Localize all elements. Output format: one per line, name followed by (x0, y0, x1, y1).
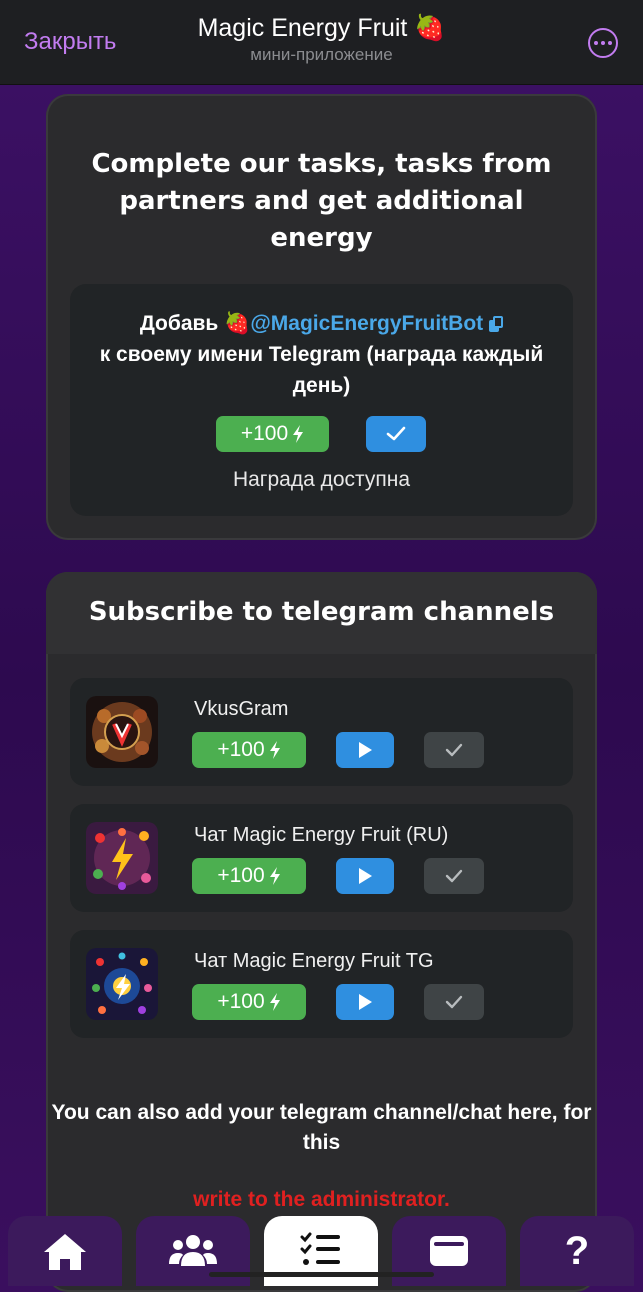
nav-home[interactable] (8, 1216, 122, 1286)
checkmark-icon (386, 426, 406, 441)
play-icon (359, 994, 372, 1010)
channel-row: VkusGram +100 (70, 678, 573, 786)
header-title-group: Magic Energy Fruit 🍓 мини-приложение (0, 14, 643, 65)
name-task-prefix: Добавь 🍓 (139, 312, 251, 335)
home-icon (44, 1234, 86, 1270)
reward-badge: +100 (192, 984, 306, 1020)
magic-fruit-tg-logo-icon (86, 948, 158, 1020)
channels-card-title: Subscribe to telegram channels (88, 597, 555, 627)
add-channel-info: You can also add your telegram channel/c… (51, 1101, 592, 1154)
check-subscription-button[interactable] (424, 984, 484, 1020)
copy-icon[interactable] (489, 316, 504, 332)
reward-amount: +100 (217, 864, 265, 887)
reward-badge: +100 (192, 858, 306, 894)
channels-card: Subscribe to telegram channels VkusGram … (46, 572, 597, 1292)
home-indicator (209, 1272, 434, 1277)
channel-name: VkusGram (194, 698, 289, 720)
lightning-icon (269, 993, 280, 1011)
open-channel-button[interactable] (336, 984, 394, 1020)
tasks-card-title: Complete our tasks, tasks from partners … (91, 149, 552, 253)
name-task-suffix: к своему имени Telegram (награда каждый … (99, 343, 544, 397)
check-subscription-button[interactable] (424, 732, 484, 768)
check-task-button[interactable] (366, 416, 426, 452)
open-channel-button[interactable] (336, 858, 394, 894)
reward-amount: +100 (240, 422, 289, 445)
check-subscription-button[interactable] (424, 858, 484, 894)
reward-amount: +100 (217, 990, 265, 1013)
magic-fruit-ru-logo-icon (86, 822, 158, 894)
vkusgram-logo-icon (86, 696, 158, 768)
app-subtitle: мини-приложение (250, 45, 393, 64)
reward-amount: +100 (217, 738, 265, 761)
telegram-header: Закрыть Magic Energy Fruit 🍓 мини-прилож… (0, 0, 643, 85)
checkmark-icon (445, 743, 463, 757)
checkmark-icon (445, 995, 463, 1009)
open-channel-button[interactable] (336, 732, 394, 768)
more-options-icon[interactable] (588, 28, 618, 58)
channel-row: Чат Magic Energy Fruit (RU) +100 (70, 804, 573, 912)
reward-badge: +100 (192, 732, 306, 768)
play-icon (359, 742, 372, 758)
bottom-nav: ? (0, 1208, 643, 1286)
channel-name: Чат Magic Energy Fruit (RU) (194, 824, 449, 846)
help-icon: ? (564, 1229, 590, 1273)
play-icon (359, 868, 372, 884)
wallet-icon (430, 1236, 468, 1266)
lightning-icon (293, 425, 304, 443)
channel-name: Чат Magic Energy Fruit TG (194, 950, 434, 972)
checkmark-icon (445, 869, 463, 883)
channels-card-header: Subscribe to telegram channels (46, 572, 597, 654)
nav-help[interactable]: ? (520, 1216, 634, 1286)
tasks-card: Complete our tasks, tasks from partners … (46, 94, 597, 540)
users-icon (169, 1235, 217, 1266)
channel-row: Чат Magic Energy Fruit TG +100 (70, 930, 573, 1038)
lightning-icon (269, 867, 280, 885)
task-list-icon (300, 1232, 340, 1265)
name-task: Добавь 🍓@MagicEnergyFruitBot к своему им… (70, 284, 573, 516)
reward-status: Награда доступна (232, 468, 411, 491)
app-title: Magic Energy Fruit 🍓 (197, 14, 446, 42)
lightning-icon (269, 741, 280, 759)
bot-mention-link[interactable]: @MagicEnergyFruitBot (250, 312, 483, 335)
name-task-text: Добавь 🍓@MagicEnergyFruitBot к своему им… (90, 308, 553, 401)
reward-badge: +100 (216, 416, 329, 452)
